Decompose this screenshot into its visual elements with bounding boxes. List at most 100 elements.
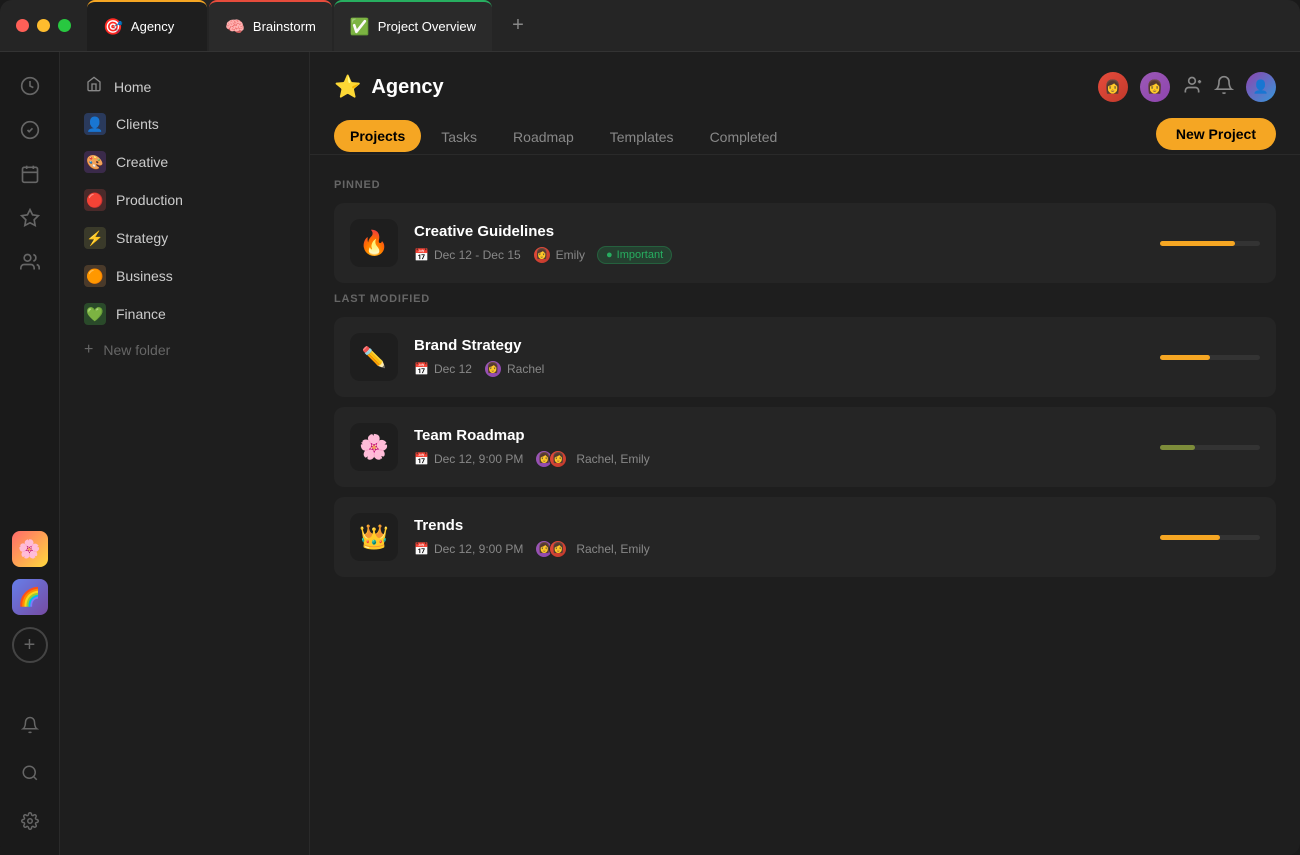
trends-assignees: 👩 👩 Rachel, Emily [535,540,649,558]
business-icon: 🟠 [84,265,106,287]
nav-tab-roadmap[interactable]: Roadmap [497,121,590,153]
creative-guidelines-assignee: 👩 Emily [533,246,585,264]
rail-icon-bell[interactable] [12,707,48,743]
emily-avatar: 👩 [533,246,551,264]
project-card-team-roadmap[interactable]: 🌸 Team Roadmap 📅 Dec 12, 9:00 PM 👩 [334,407,1276,487]
trends-info: Trends 📅 Dec 12, 9:00 PM 👩 👩 [414,517,1144,558]
pinned-section-label: PINNED [334,179,1276,191]
emily-avatar-t: 👩 [549,540,567,558]
sidebar: Home 👤 Clients 🎨 Creative 🔴 Production ⚡… [60,52,310,855]
team-roadmap-assignees: 👩 👩 Rachel, Emily [535,450,649,468]
new-folder-plus-icon: + [84,341,93,359]
team-roadmap-meta: 📅 Dec 12, 9:00 PM 👩 👩 Rachel, Emily [414,450,1144,468]
sidebar-item-production[interactable]: 🔴 Production [68,181,301,219]
sidebar-item-clients[interactable]: 👤 Clients [68,105,301,143]
sidebar-item-business[interactable]: 🟠 Business [68,257,301,295]
content-title: ⭐ Agency [334,74,444,100]
sidebar-item-home[interactable]: Home [68,68,301,105]
creative-guidelines-info: Creative Guidelines 📅 Dec 12 - Dec 15 👩 … [414,223,1144,264]
tab-agency[interactable]: 🎯 Agency [87,0,207,51]
trends-name: Trends [414,517,1144,534]
icon-rail: 🌸 🌈 + [0,52,60,855]
sidebar-finance-label: Finance [116,306,166,322]
header-avatar-1[interactable]: 👩 [1098,72,1128,102]
emily-avatar-tr: 👩 [549,450,567,468]
minimize-button[interactable] [37,19,50,32]
header-user-avatar[interactable]: 👤 [1246,72,1276,102]
team-roadmap-progress [1160,445,1260,450]
brand-strategy-meta: 📅 Dec 12 👩 Rachel [414,360,1144,378]
rachel-avatar: 👩 [484,360,502,378]
rail-icon-users[interactable] [12,244,48,280]
rail-bottom: 🌸 🌈 + [12,531,48,839]
nav-tab-projects[interactable]: Projects [334,120,421,152]
calendar-icon-tr: 📅 [414,452,429,466]
team-roadmap-info: Team Roadmap 📅 Dec 12, 9:00 PM 👩 👩 [414,427,1144,468]
close-button[interactable] [16,19,29,32]
agency-tab-label: Agency [131,19,174,34]
nav-tab-tasks[interactable]: Tasks [425,121,493,153]
new-project-button[interactable]: New Project [1156,118,1276,150]
creative-guidelines-meta: 📅 Dec 12 - Dec 15 👩 Emily ● Important [414,246,1144,264]
header-add-user-icon[interactable] [1182,75,1202,100]
sidebar-item-creative[interactable]: 🎨 Creative [68,143,301,181]
creative-icon: 🎨 [84,151,106,173]
rail-icon-star[interactable] [12,200,48,236]
team-roadmap-icon: 🌸 [350,423,398,471]
clients-icon: 👤 [84,113,106,135]
team-roadmap-name: Team Roadmap [414,427,1144,444]
trends-date: 📅 Dec 12, 9:00 PM [414,542,523,556]
maximize-button[interactable] [58,19,71,32]
header-actions: 👩 👩 👤 [1098,72,1276,102]
project-card-creative-guidelines[interactable]: 🔥 Creative Guidelines 📅 Dec 12 - Dec 15 … [334,203,1276,283]
rail-icon-settings[interactable] [12,803,48,839]
rail-icon-clock[interactable] [12,68,48,104]
flower-app-icon[interactable]: 🌸 [12,531,48,567]
trends-avatars: 👩 👩 [535,540,567,558]
creative-guidelines-progress [1160,241,1260,246]
brainstorm-tab-label: Brainstorm [253,19,316,34]
sidebar-item-finance[interactable]: 💚 Finance [68,295,301,333]
calendar-icon-bs: 📅 [414,362,429,376]
sidebar-item-strategy[interactable]: ⚡ Strategy [68,219,301,257]
trends-meta: 📅 Dec 12, 9:00 PM 👩 👩 Rachel, Emily [414,540,1144,558]
creative-guidelines-date: 📅 Dec 12 - Dec 15 [414,248,521,262]
traffic-lights [16,19,71,32]
sidebar-business-label: Business [116,268,173,284]
brand-strategy-date: 📅 Dec 12 [414,362,472,376]
production-icon: 🔴 [84,189,106,211]
add-tab-button[interactable]: + [502,10,534,42]
main-layout: 🌸 🌈 + [0,52,1300,855]
rail-icon-calendar[interactable] [12,156,48,192]
tab-project-overview[interactable]: ✅ Project Overview [334,0,492,51]
nav-tab-templates[interactable]: Templates [594,121,690,153]
important-tag: ● Important [597,246,672,264]
agency-title-text: Agency [371,76,443,99]
brand-strategy-assignee: 👩 Rachel [484,360,544,378]
rail-icon-check[interactable] [12,112,48,148]
tab-brainstorm[interactable]: 🧠 Brainstorm [209,0,332,51]
titlebar: 🎯 Agency 🧠 Brainstorm ✅ Project Overview… [0,0,1300,52]
new-folder-button[interactable]: + New folder [68,333,301,367]
team-roadmap-avatars: 👩 👩 [535,450,567,468]
last-modified-section-label: LAST MODIFIED [334,293,1276,305]
progress-fill-2 [1160,355,1210,360]
progress-bar-1 [1160,241,1260,246]
sidebar-production-label: Production [116,192,183,208]
brand-strategy-icon: ✏️ [350,333,398,381]
header-bell-icon[interactable] [1214,75,1234,100]
rainbow-app-icon[interactable]: 🌈 [12,579,48,615]
project-card-trends[interactable]: 👑 Trends 📅 Dec 12, 9:00 PM 👩 👩 [334,497,1276,577]
project-card-brand-strategy[interactable]: ✏️ Brand Strategy 📅 Dec 12 👩 Rachel [334,317,1276,397]
rail-icon-search[interactable] [12,755,48,791]
brainstorm-tab-icon: 🧠 [225,17,245,37]
rail-add-button[interactable]: + [12,627,48,663]
progress-bar-3 [1160,445,1260,450]
home-icon [84,76,104,97]
sidebar-creative-label: Creative [116,154,168,170]
header-avatar-2[interactable]: 👩 [1140,72,1170,102]
sidebar-strategy-label: Strategy [116,230,168,246]
trends-progress [1160,535,1260,540]
nav-tab-completed[interactable]: Completed [694,121,794,153]
progress-fill-4 [1160,535,1220,540]
